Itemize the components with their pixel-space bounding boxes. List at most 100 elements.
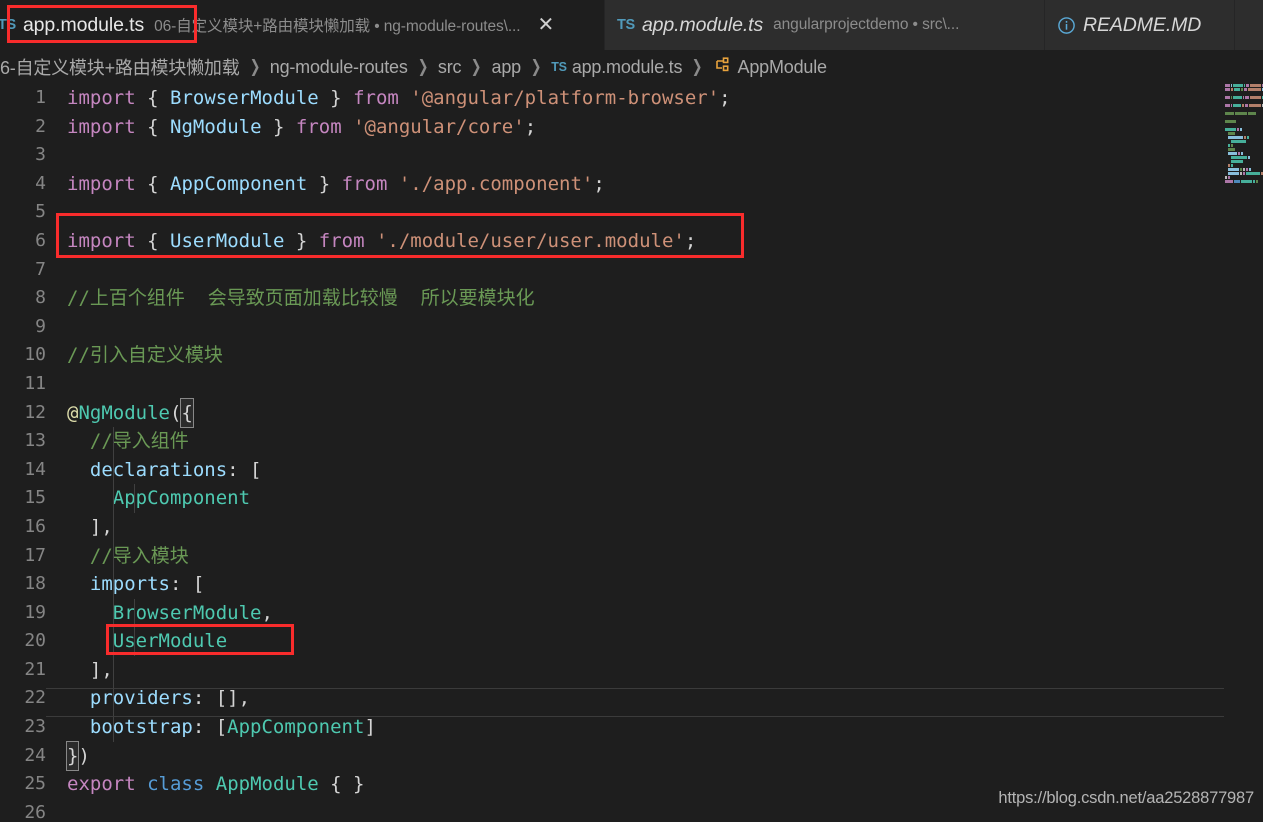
breadcrumb-item-app-module-ts[interactable]: app.module.ts: [572, 57, 683, 78]
line-number: 10: [24, 344, 46, 366]
minimap-line: [1223, 84, 1263, 87]
line-number: 15: [24, 487, 46, 509]
typescript-file-icon: TS: [0, 16, 16, 33]
line-number: 26: [24, 801, 46, 822]
line-number: 6: [35, 229, 46, 251]
line-number: 1: [35, 87, 46, 108]
vscode-window: TS app.module.ts 06-自定义模块+路由模块懒加载 • ng-m…: [0, 0, 1263, 822]
minimap-content: [1223, 84, 1263, 187]
typescript-file-icon: TS: [551, 60, 567, 74]
code-line: 13 //导入组件: [0, 427, 1263, 456]
minimap-line: [1223, 140, 1263, 143]
line-number: 19: [24, 601, 46, 623]
minimap-line: [1223, 144, 1263, 147]
line-content: import { BrowserModule } from '@angular/…: [67, 87, 731, 109]
minimap-line: [1223, 160, 1263, 163]
line-number: 21: [24, 658, 46, 680]
code-line: 6 import { UserModule } from './module/u…: [0, 227, 1263, 256]
code-line: 5: [0, 198, 1263, 227]
breadcrumb-item-app[interactable]: app: [492, 57, 522, 78]
code-line: 16 ],: [0, 512, 1263, 542]
code-line: 9: [0, 313, 1263, 342]
line-number: 17: [24, 544, 46, 566]
line-content: [46, 370, 1263, 399]
code-line: 10 //引入自定义模块: [0, 341, 1263, 370]
code-line: 3: [0, 141, 1263, 170]
line-number: 22: [24, 687, 46, 709]
minimap-line: [1223, 164, 1263, 167]
line-content: @NgModule({: [46, 397, 1263, 429]
tab-label: app.module.ts: [641, 13, 764, 36]
tab-description: angularprojectdemo • src\...: [773, 16, 960, 33]
code-line: 18 imports: [: [0, 570, 1263, 599]
code-line: 24 }): [0, 740, 1263, 772]
code-line: 2 import { NgModule } from '@angular/cor…: [0, 113, 1263, 142]
line-number: 11: [24, 372, 46, 394]
minimap-line: [1223, 136, 1263, 139]
current-line-top-border: [46, 688, 1224, 689]
code-lines[interactable]: 1 import { BrowserModule } from '@angula…: [0, 84, 1263, 822]
breadcrumb-item-ng-module-routes[interactable]: ng-module-routes: [270, 57, 408, 78]
minimap-line: [1223, 92, 1263, 95]
tab-readme-md[interactable]: README.MD: [1045, 0, 1235, 50]
line-content: [46, 141, 1263, 170]
line-content: //导入组件: [46, 427, 1263, 456]
line-number: 16: [24, 515, 46, 537]
code-line: 15 AppComponent: [0, 484, 1263, 513]
breadcrumb-item-appmodule-symbol[interactable]: AppModule: [738, 57, 827, 78]
breadcrumb: 6-自定义模块+路由模块懒加载 ❯ ng-module-routes ❯ src…: [0, 50, 1263, 84]
watermark-url: https://blog.csdn.net/aa2528877987: [998, 789, 1254, 807]
breadcrumb-item-src[interactable]: src: [438, 57, 462, 78]
line-content: bootstrap: [AppComponent]: [46, 713, 1263, 742]
line-content: declarations: [: [46, 455, 1263, 485]
minimap-line: [1223, 172, 1263, 175]
line-number: 12: [24, 401, 46, 423]
code-line: 23 bootstrap: [AppComponent]: [0, 713, 1263, 742]
chevron-right-icon: ❯: [417, 57, 429, 76]
minimap[interactable]: [1223, 84, 1263, 822]
tab-label: README.MD: [1083, 13, 1202, 36]
chevron-right-icon: ❯: [530, 57, 542, 76]
minimap-line: [1223, 168, 1263, 171]
editor-tab-bar: TS app.module.ts 06-自定义模块+路由模块懒加载 • ng-m…: [0, 0, 1263, 50]
breadcrumb-item-project[interactable]: 6-自定义模块+路由模块懒加载: [0, 54, 240, 80]
code-line: 19 BrowserModule,: [0, 598, 1263, 628]
code-line: 11: [0, 370, 1263, 399]
line-content: BrowserModule,: [46, 598, 1263, 628]
tab-app-module-ts-angularprojectdemo[interactable]: TS app.module.ts angularprojectdemo • sr…: [605, 0, 1045, 50]
line-number: 2: [35, 115, 46, 137]
minimap-line: [1223, 116, 1263, 119]
line-content: [46, 313, 1263, 342]
minimap-line: [1223, 184, 1263, 187]
minimap-line: [1223, 120, 1263, 123]
line-number: 23: [24, 716, 46, 738]
line-content: UserModule: [46, 627, 1263, 656]
minimap-line: [1223, 108, 1263, 111]
tab-app-module-ts-active[interactable]: TS app.module.ts 06-自定义模块+路由模块懒加载 • ng-m…: [0, 0, 605, 50]
minimap-line: [1223, 156, 1263, 159]
code-line: 12 @NgModule({: [0, 397, 1263, 429]
minimap-line: [1223, 96, 1263, 99]
line-content: //引入自定义模块: [67, 344, 223, 367]
line-content: import { AppComponent } from './app.comp…: [67, 172, 605, 195]
close-icon[interactable]: ✕: [537, 15, 554, 35]
tab-overflow-partial[interactable]: [1235, 0, 1263, 50]
line-number: 25: [24, 773, 46, 795]
minimap-line: [1223, 124, 1263, 127]
line-number: 13: [24, 430, 46, 452]
code-line: 14 declarations: [: [0, 455, 1263, 485]
minimap-line: [1223, 112, 1263, 115]
line-number: 4: [35, 172, 46, 194]
code-editor[interactable]: 1 import { BrowserModule } from '@angula…: [0, 84, 1263, 822]
minimap-line: [1223, 132, 1263, 135]
line-content: }): [46, 740, 1263, 772]
code-line: 17 //导入模块: [0, 541, 1263, 571]
module-symbol-icon: [713, 55, 733, 80]
code-line: 1 import { BrowserModule } from '@angula…: [0, 84, 1263, 113]
code-line: 4 import { AppComponent } from './app.co…: [0, 170, 1263, 199]
minimap-line: [1223, 152, 1263, 155]
chevron-right-icon: ❯: [249, 57, 260, 76]
line-number: 7: [35, 258, 46, 280]
line-number: 5: [35, 201, 46, 223]
code-line: 7: [0, 256, 1263, 285]
